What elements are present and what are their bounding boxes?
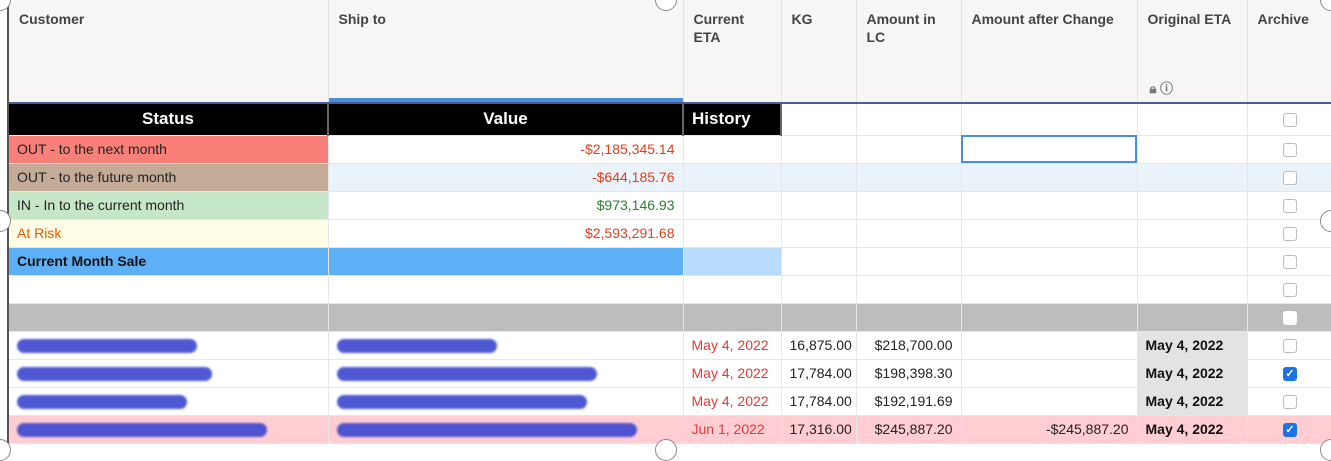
status-cell: OUT - to the next month <box>9 135 329 164</box>
current-eta-cell: May 4, 2022 <box>683 359 782 388</box>
col-header-amount-lc[interactable]: Amount in LC <box>856 0 962 104</box>
amount-after-cell <box>961 387 1138 416</box>
archive-checkbox[interactable] <box>1283 113 1297 128</box>
amount-after-cell <box>961 359 1138 388</box>
status-cell: Current Month Sale <box>9 247 329 276</box>
original-eta-cell: May 4, 2022 <box>1137 415 1248 444</box>
amount-lc-cell: $198,398.30 <box>856 359 962 388</box>
value-cell: -$2,185,345.14 <box>328 135 684 164</box>
kg-cell: 16,875.00 <box>781 331 857 360</box>
status-cell: At Risk <box>9 219 329 248</box>
status-cell: OUT - to the future month <box>9 163 329 192</box>
amount-after-cell <box>961 331 1138 360</box>
archive-checkbox[interactable] <box>1283 171 1297 186</box>
col-header-archive[interactable]: Archive <box>1247 0 1331 104</box>
separator-row <box>9 303 1331 332</box>
value-cell: $2,593,291.68 <box>328 219 684 248</box>
summary-row: Current Month Sale <box>9 247 1331 276</box>
kg-cell: 17,784.00 <box>781 359 857 388</box>
customer-cell <box>9 387 329 416</box>
empty-row <box>9 275 1331 304</box>
summary-row: OUT - to the next month -$2,185,345.14 <box>9 135 1331 164</box>
ship-to-cell <box>328 331 684 360</box>
table-row: May 4, 2022 17,784.00 $192,191.69 May 4,… <box>9 387 1331 416</box>
original-eta-cell: May 4, 2022 <box>1137 387 1248 416</box>
status-cell: IN - In to the current month <box>9 191 329 220</box>
info-icon: ⓘ <box>1160 81 1174 96</box>
value-cell <box>328 247 684 276</box>
amount-lc-cell: $218,700.00 <box>856 331 962 360</box>
ship-to-cell <box>328 415 684 444</box>
archive-checkbox[interactable] <box>1283 339 1297 354</box>
lock-icon: 🔒︎ <box>1149 81 1157 96</box>
summary-header-row: Status Value History <box>9 103 1331 136</box>
value-cell: -$644,185.76 <box>328 163 684 192</box>
resize-handle[interactable] <box>1320 439 1331 461</box>
selected-cell[interactable] <box>961 135 1138 164</box>
col-header-ship-to[interactable]: Ship to <box>328 0 684 104</box>
summary-row: IN - In to the current month $973,146.93 <box>9 191 1331 220</box>
customer-cell <box>9 359 329 388</box>
ship-to-cell <box>328 359 684 388</box>
current-eta-cell: Jun 1, 2022 <box>683 415 782 444</box>
col-header-customer[interactable]: Customer <box>9 0 329 104</box>
archive-checkbox[interactable] <box>1283 255 1297 270</box>
archive-checkbox[interactable]: ✓ <box>1283 367 1297 382</box>
data-grid: Customer Ship to Current ETA KG Amount i… <box>9 0 1331 444</box>
amount-lc-cell: $245,887.20 <box>856 415 962 444</box>
original-eta-cell: May 4, 2022 <box>1137 331 1248 360</box>
grid-frame: Customer Ship to Current ETA KG Amount i… <box>7 0 1331 450</box>
archive-checkbox[interactable] <box>1283 227 1297 242</box>
kg-cell: 17,316.00 <box>781 415 857 444</box>
value-header: Value <box>328 103 684 136</box>
value-cell: $973,146.93 <box>328 191 684 220</box>
customer-cell <box>9 415 329 444</box>
archive-checkbox[interactable] <box>1283 143 1297 158</box>
current-eta-cell: May 4, 2022 <box>683 387 782 416</box>
archive-checkbox[interactable]: ✓ <box>1283 423 1297 438</box>
archive-checkbox[interactable] <box>1283 283 1297 298</box>
col-header-kg[interactable]: KG <box>781 0 857 104</box>
original-eta-cell: May 4, 2022 <box>1137 359 1248 388</box>
table-row: May 4, 2022 16,875.00 $218,700.00 May 4,… <box>9 331 1331 360</box>
amount-after-cell: -$245,887.20 <box>961 415 1138 444</box>
col-header-amount-after-change[interactable]: Amount after Change <box>961 0 1138 104</box>
archive-checkbox[interactable] <box>1283 199 1297 214</box>
kg-cell: 17,784.00 <box>781 387 857 416</box>
status-header: Status <box>9 103 329 136</box>
col-header-original-eta[interactable]: Original ETA 🔒︎ ⓘ <box>1137 0 1248 104</box>
summary-row: OUT - to the future month -$644,185.76 <box>9 163 1331 192</box>
col-header-current-eta[interactable]: Current ETA <box>683 0 782 104</box>
archive-checkbox[interactable] <box>1283 311 1297 326</box>
history-header: History <box>683 103 782 136</box>
customer-cell <box>9 331 329 360</box>
current-eta-cell: May 4, 2022 <box>683 331 782 360</box>
amount-lc-cell: $192,191.69 <box>856 387 962 416</box>
ship-to-cell <box>328 387 684 416</box>
resize-handle[interactable] <box>655 439 677 461</box>
summary-row: At Risk $2,593,291.68 <box>9 219 1331 248</box>
archive-checkbox[interactable] <box>1283 395 1297 410</box>
table-row: May 4, 2022 17,784.00 $198,398.30 May 4,… <box>9 359 1331 388</box>
